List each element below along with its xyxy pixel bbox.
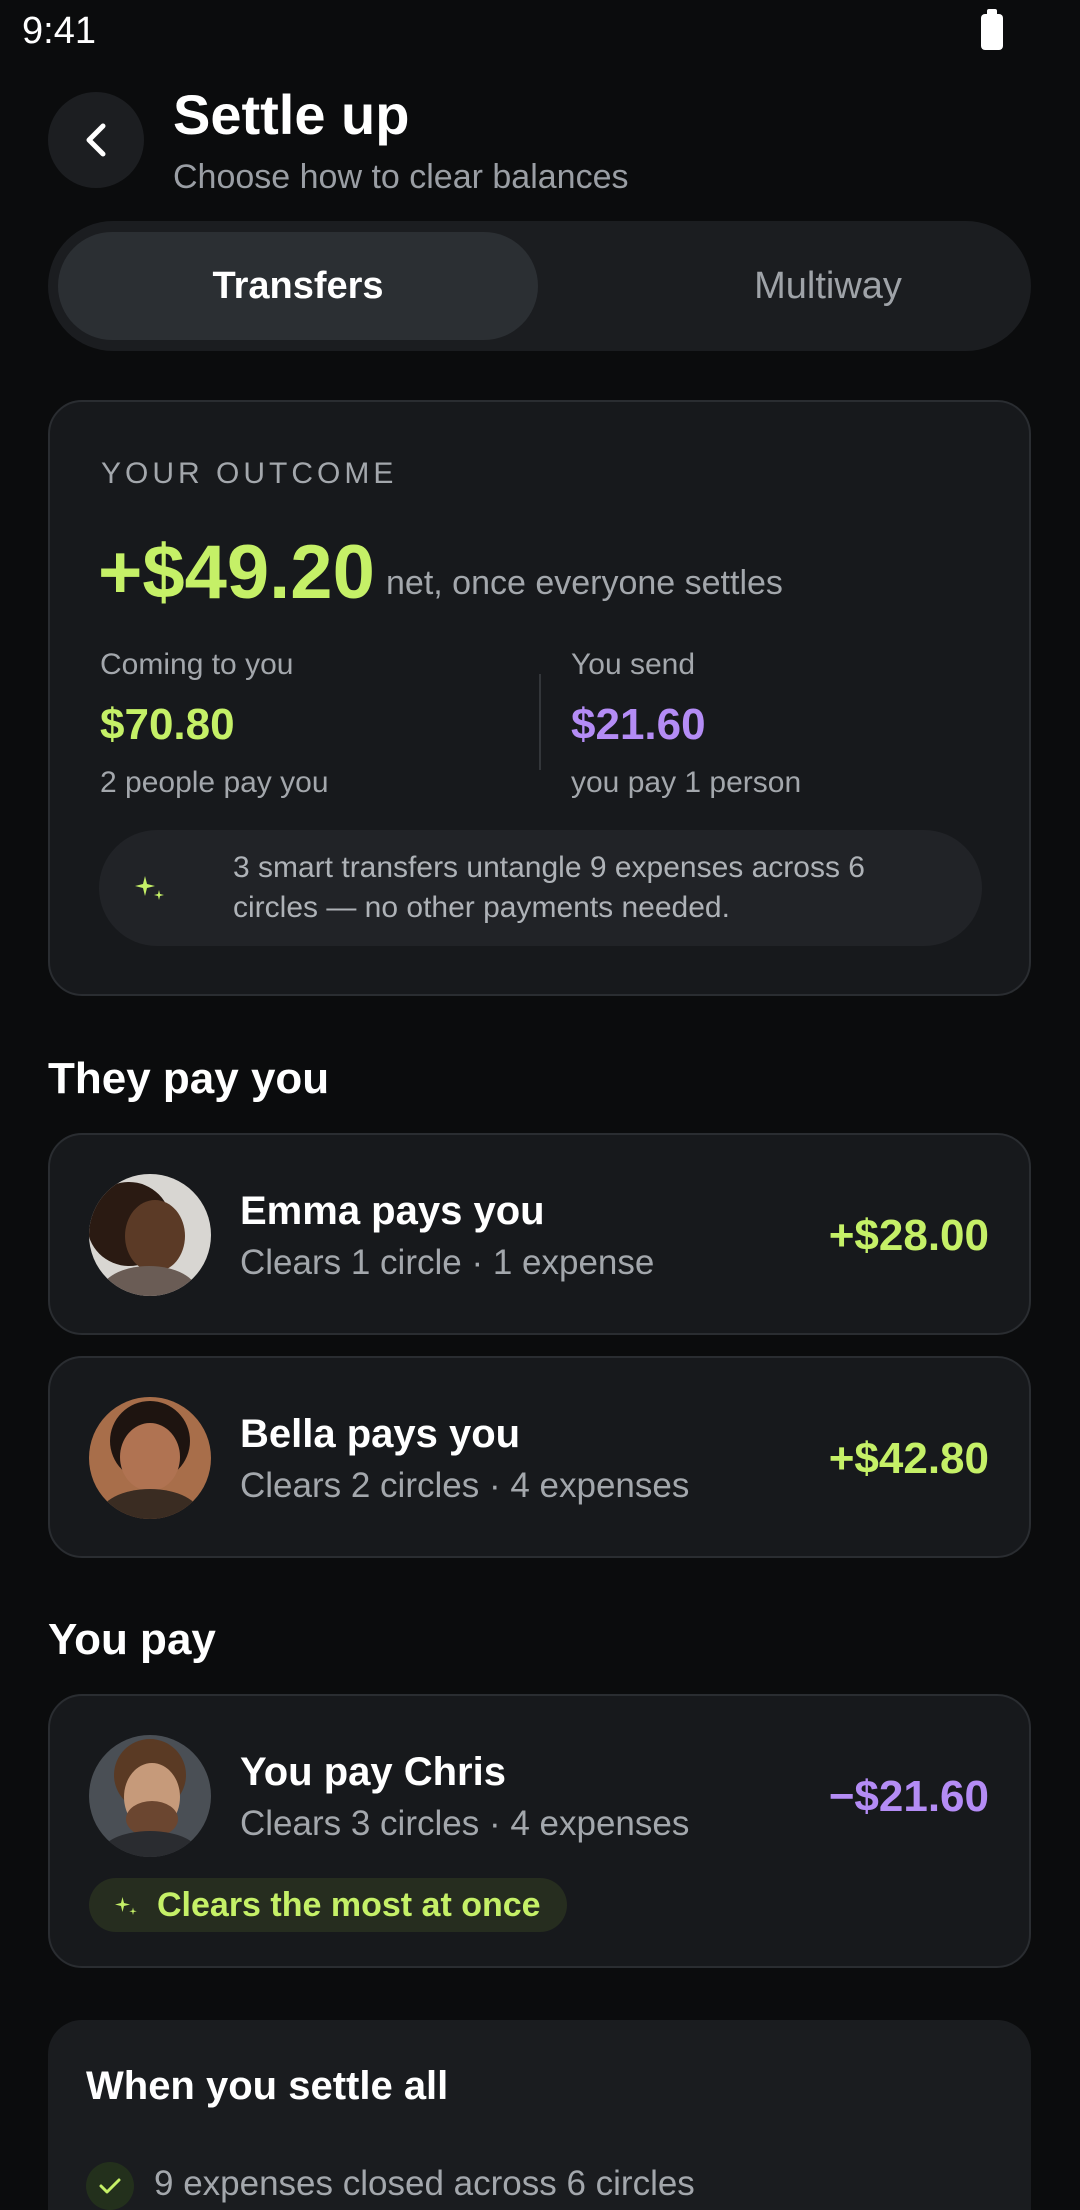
page-title: Settle up [173, 83, 410, 146]
check-icon [86, 2162, 134, 2210]
net-amount: +$49.20 [98, 530, 375, 615]
settle-mode-tabs: Transfers Multiway [48, 221, 1031, 351]
avatar-bella [89, 1397, 211, 1519]
outcome-label: YOUR OUTCOME [101, 457, 398, 490]
status-bar: 9:41 [0, 0, 1080, 62]
best-transfer-badge: Clears the most at once [89, 1878, 567, 1932]
battery-icon [981, 9, 1003, 50]
summary-title: When you settle all [86, 2064, 449, 2108]
transfer-meta: Clears 3 circles · 4 expenses [240, 1804, 690, 1843]
transfer-amount: −$21.60 [828, 1772, 989, 1821]
transfer-meta: Clears 2 circles · 4 expenses [240, 1466, 690, 1505]
incoming-note: 2 people pay you [100, 766, 329, 799]
hint-text: 3 smart transfers untangle 9 expenses ac… [233, 851, 865, 924]
back-arrow-icon [86, 123, 106, 157]
transfer-meta: Clears 1 circle · 1 expense [240, 1243, 655, 1282]
transfer-amount: +$42.80 [828, 1434, 989, 1483]
tab-multiway[interactable]: Multiway [588, 232, 1068, 340]
transfer-name: You pay Chris [240, 1750, 506, 1794]
split-divider [539, 674, 541, 770]
transfer-card-bella[interactable]: Bella pays you Clears 2 circles · 4 expe… [48, 1356, 1031, 1558]
transfer-name: Emma pays you [240, 1189, 545, 1233]
incoming-amount: $70.80 [100, 700, 235, 749]
transfer-name: Bella pays you [240, 1412, 521, 1456]
status-time: 9:41 [22, 10, 96, 52]
section-you-pay: You pay [48, 1615, 216, 1664]
outgoing-label: You send [571, 648, 696, 681]
outgoing-note: you pay 1 person [571, 766, 802, 799]
outgoing-amount: $21.60 [571, 700, 706, 749]
page-subtitle: Choose how to clear balances [173, 158, 629, 196]
summary-item: 9 expenses closed across 6 circles [154, 2164, 695, 2203]
sparkle-icon [135, 876, 164, 900]
transfer-amount: +$28.00 [828, 1211, 989, 1260]
avatar-chris [89, 1735, 211, 1857]
badge-label: Clears the most at once [157, 1886, 541, 1924]
transfer-card-chris[interactable]: You pay Chris Clears 3 circles · 4 expen… [48, 1694, 1031, 1968]
settle-all-summary: When you settle all 9 expenses closed ac… [48, 2020, 1031, 2210]
outcome-card: YOUR OUTCOME +$49.20 net, once everyone … [48, 400, 1031, 996]
tab-transfers[interactable]: Transfers [58, 232, 538, 340]
sparkle-icon [115, 1897, 137, 1915]
net-note: net, once everyone settles [386, 564, 783, 602]
back-button[interactable] [48, 92, 144, 188]
section-they-pay: They pay you [48, 1054, 330, 1103]
incoming-label: Coming to you [100, 648, 294, 681]
avatar-emma [89, 1174, 211, 1296]
smart-transfers-hint: 3 smart transfers untangle 9 expenses ac… [99, 830, 982, 946]
transfer-card-emma[interactable]: Emma pays you Clears 1 circle · 1 expens… [48, 1133, 1031, 1335]
